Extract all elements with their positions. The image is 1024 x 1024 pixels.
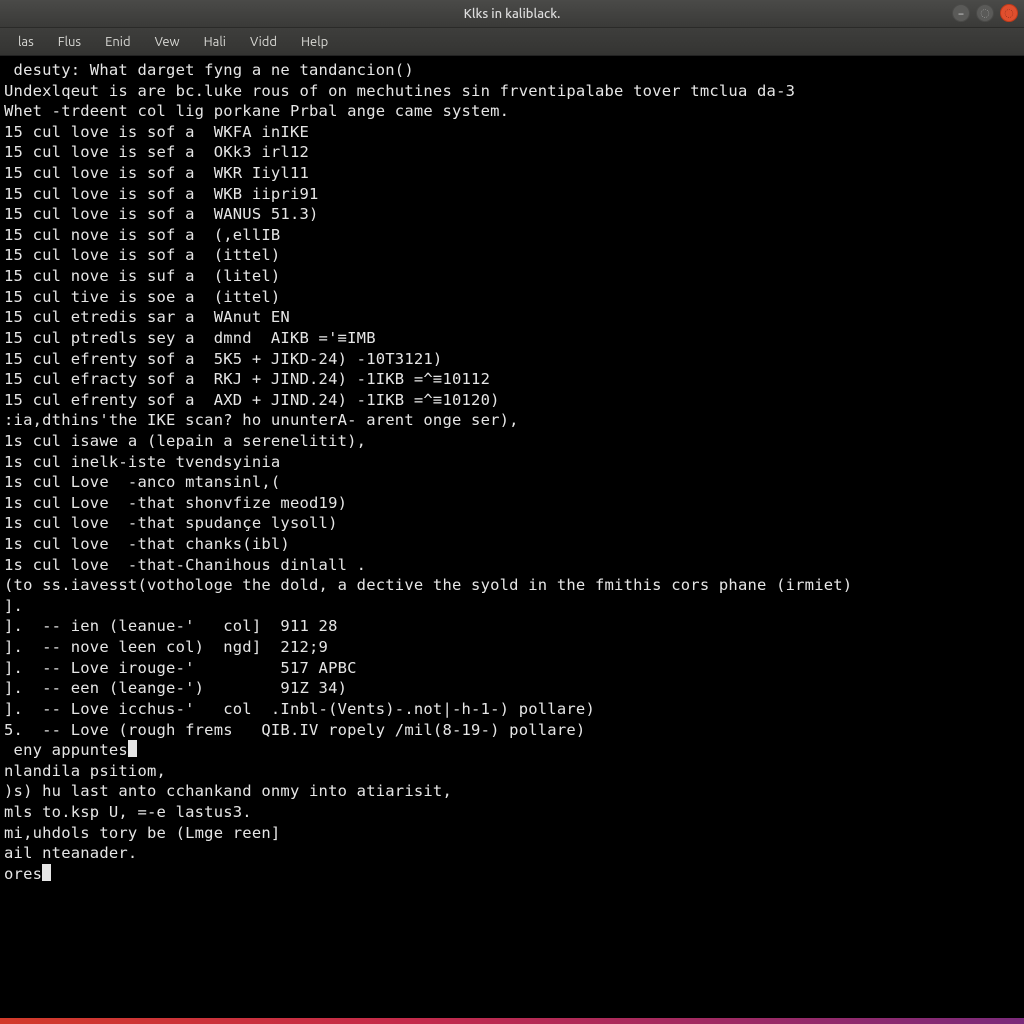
minimize-icon: – <box>959 8 964 19</box>
terminal-line: 1s cul love -that chanks(ibl) <box>0 534 1024 555</box>
maximize-button[interactable]: ◌ <box>976 4 994 22</box>
terminal-line: mi,uhdols tory be (Lmge reen] <box>0 823 1024 844</box>
terminal-line: :ia,dthins'the IKE scan? ho ununterA- ar… <box>0 410 1024 431</box>
terminal-line: ]. -- nove leen col) ngd] 212;9 <box>0 637 1024 658</box>
close-button[interactable]: ◌ <box>1000 4 1018 22</box>
terminal-line: 15 cul tive is soe a (ittel) <box>0 287 1024 308</box>
menu-item-enid[interactable]: Enid <box>95 32 140 52</box>
maximize-icon: ◌ <box>981 8 989 19</box>
terminal-line: (to ss.iavesst(vothologe the dold, a dec… <box>0 575 1024 596</box>
terminal-output[interactable]: desuty: What darget fyng a ne tandancion… <box>0 56 1024 1018</box>
terminal-line: ]. -- Love icchus-' col .Inbl-(Vents)-.n… <box>0 699 1024 720</box>
terminal-window: Klks in kaliblack. – ◌ ◌ las Flus Enid V… <box>0 0 1024 1024</box>
terminal-line: ores <box>0 864 1024 885</box>
terminal-line: 1s cul love -that spudançe lysoll) <box>0 513 1024 534</box>
terminal-line: mls to.ksp U, =-e lastus3. <box>0 802 1024 823</box>
terminal-line: 15 cul etredis sar a WAnut EN <box>0 307 1024 328</box>
terminal-line: ail nteanader. <box>0 843 1024 864</box>
menu-item-flus[interactable]: Flus <box>48 32 91 52</box>
menu-item-vidd[interactable]: Vidd <box>240 32 287 52</box>
terminal-line: 15 cul efrenty sof a 5K5 + JIKD-24) -10T… <box>0 349 1024 370</box>
terminal-line: 5. -- Love (rough frems QIB.IV ropely /m… <box>0 720 1024 741</box>
bottom-accent-bar <box>0 1018 1024 1024</box>
terminal-line: 15 cul love is sof a WKB iipri91 <box>0 184 1024 205</box>
terminal-line: )s) hu last anto cchankand onmy into ati… <box>0 781 1024 802</box>
terminal-line: 1s cul Love -anco mtansinl,( <box>0 472 1024 493</box>
titlebar[interactable]: Klks in kaliblack. – ◌ ◌ <box>0 0 1024 28</box>
window-title: Klks in kaliblack. <box>464 7 561 21</box>
terminal-line: ]. -- Love irouge-' 517 APBC <box>0 658 1024 679</box>
terminal-line: 15 cul nove is suf a (litel) <box>0 266 1024 287</box>
menu-item-hali[interactable]: Hali <box>194 32 236 52</box>
terminal-line: 1s cul inelk-iste tvendsyinia <box>0 452 1024 473</box>
terminal-line: 15 cul ptredls sey a dmnd AIKB ='≡IMB <box>0 328 1024 349</box>
minimize-button[interactable]: – <box>952 4 970 22</box>
terminal-line: Whet -trdeent col lig porkane Prbal ange… <box>0 101 1024 122</box>
menu-item-help[interactable]: Help <box>291 32 338 52</box>
cursor-block <box>128 740 137 757</box>
menu-item-las[interactable]: las <box>8 32 44 52</box>
terminal-line: 1s cul love -that-Chanihous dinlall . <box>0 555 1024 576</box>
terminal-line: ]. -- ien (leanue-' col] 911 28 <box>0 616 1024 637</box>
terminal-line: 15 cul love is sof a WKR Iiyl11 <box>0 163 1024 184</box>
terminal-line: nlandila psitiom, <box>0 761 1024 782</box>
window-controls: – ◌ ◌ <box>952 4 1018 22</box>
terminal-line: 15 cul efracty sof a RKJ + JIND.24) -1IK… <box>0 369 1024 390</box>
terminal-line: desuty: What darget fyng a ne tandancion… <box>0 60 1024 81</box>
terminal-line: 15 cul love is sef a OKk3 irl12 <box>0 142 1024 163</box>
terminal-line: ]. <box>0 596 1024 617</box>
terminal-line: Undexlqeut is are bc.luke rous of on mec… <box>0 81 1024 102</box>
terminal-line: 15 cul love is sof a WANUS 51.3) <box>0 204 1024 225</box>
terminal-line: 15 cul nove is sof a (,ellIB <box>0 225 1024 246</box>
menu-item-vew[interactable]: Vew <box>145 32 190 52</box>
terminal-line: eny appuntes <box>0 740 1024 761</box>
terminal-line: 1s cul Love -that shonvfize meod19) <box>0 493 1024 514</box>
menubar: las Flus Enid Vew Hali Vidd Help <box>0 28 1024 56</box>
close-icon: ◌ <box>1005 8 1013 19</box>
terminal-line: 15 cul love is sof a (ittel) <box>0 245 1024 266</box>
terminal-line: 15 cul love is sof a WKFA inIKE <box>0 122 1024 143</box>
terminal-line: 15 cul efrenty sof a AXD + JIND.24) -1IK… <box>0 390 1024 411</box>
cursor-block <box>42 864 51 881</box>
terminal-line: 1s cul isawe a (lepain a serenelitit), <box>0 431 1024 452</box>
terminal-line: ]. -- een (leange-') 91Z 34) <box>0 678 1024 699</box>
